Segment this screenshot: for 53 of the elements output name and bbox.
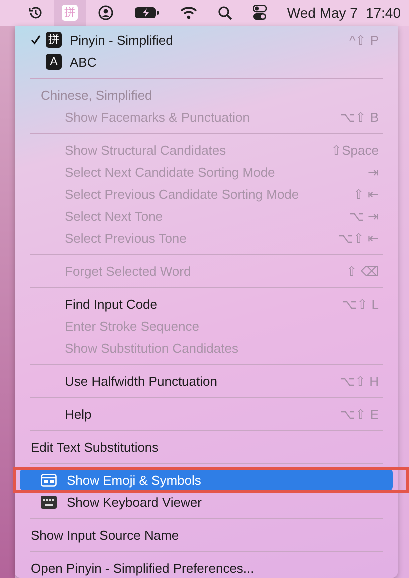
menu-item-label: Pinyin - Simplified [70, 32, 174, 48]
menu-item[interactable]: Show Input Source Name [20, 524, 393, 546]
toggles-icon[interactable] [253, 5, 268, 21]
wifi-icon[interactable] [180, 6, 198, 20]
user-icon[interactable] [98, 5, 114, 21]
window-icon [41, 474, 57, 486]
menu-item-label: ABC [70, 54, 98, 70]
menu-item-label: Select Next Tone [65, 208, 164, 224]
shortcut-label: ⌥⇧ H [340, 374, 379, 388]
menu-item-label: Select Next Candidate Sorting Mode [65, 164, 276, 180]
shortcut-label: ⌥⇧ B [340, 110, 379, 124]
menu-item[interactable]: Find Input Code ⌥⇧ L [20, 293, 393, 315]
history-icon[interactable] [28, 5, 44, 21]
shortcut-label: ^⇧ P [350, 32, 379, 48]
menu-item-label: Forget Selected Word [65, 264, 192, 278]
menu-item-label: Select Previous Tone [65, 230, 188, 246]
shortcut-label: ⌥ ⇥ [349, 208, 379, 224]
menu-item-label: Enter Stroke Sequence [65, 318, 200, 334]
shortcut-label: ⌥⇧ L [342, 296, 379, 312]
shortcut-label: ⇧Space [331, 142, 379, 158]
menu-item-label: Show Keyboard Viewer [67, 494, 203, 510]
menu-item-label: Help [65, 406, 93, 422]
menu-item[interactable]: A ABC [20, 51, 393, 73]
shortcut-label: ⌥⇧ E [340, 406, 379, 422]
menu-item-label: Use Halfwidth Punctuation [65, 374, 218, 388]
input-source-badge: 拼 [46, 32, 62, 48]
menu-item-label: Select Previous Candidate Sorting Mode [65, 186, 300, 202]
input-source-badge: A [46, 54, 62, 70]
menu-item[interactable]: 拼 Pinyin - Simplified ^⇧ P [20, 29, 393, 51]
shortcut-label: ⇧ ⌫ [346, 264, 379, 278]
shortcut-label: ⇥ [368, 164, 379, 180]
menu-item[interactable]: Help ⌥⇧ E [20, 403, 393, 425]
keyboard-icon [41, 496, 57, 508]
menu-item-label: Show Emoji & Symbols [67, 472, 202, 488]
menu-item-label: Find Input Code [65, 296, 159, 312]
menu-item-label: Show Input Source Name [31, 528, 180, 542]
section-header: Chinese, Simplified [40, 86, 154, 105]
menu-item-label: Show Substitution Candidates [65, 340, 240, 356]
shortcut-label: ⇧ ⇤ [353, 186, 379, 202]
menu-item-label: Show Structural Candidates [65, 142, 228, 158]
menu-item[interactable]: Use Halfwidth Punctuation ⌥⇧ H [20, 370, 393, 392]
menu-item-label: Edit Text Substitutions [31, 440, 160, 454]
battery-charging-icon[interactable] [134, 6, 160, 20]
menu-item[interactable]: Show Keyboard Viewer [20, 491, 393, 513]
menu-item[interactable]: Show Emoji & Symbols [20, 469, 393, 491]
shortcut-label: ⌥⇧ ⇤ [338, 230, 379, 246]
menu-item[interactable]: Edit Text Substitutions [20, 436, 393, 458]
search-icon[interactable] [218, 6, 234, 20]
menu-item-label: Open Pinyin - Simplified Preferences... [31, 560, 256, 576]
menu-item-label: Show Facemarks & Punctuation [65, 110, 251, 124]
menu-bar-time[interactable]: 17:40 [366, 5, 401, 21]
menu-item[interactable]: Open Pinyin - Simplified Preferences... [20, 557, 393, 578]
menu-bar-date[interactable]: Wed May 7 [287, 5, 358, 21]
